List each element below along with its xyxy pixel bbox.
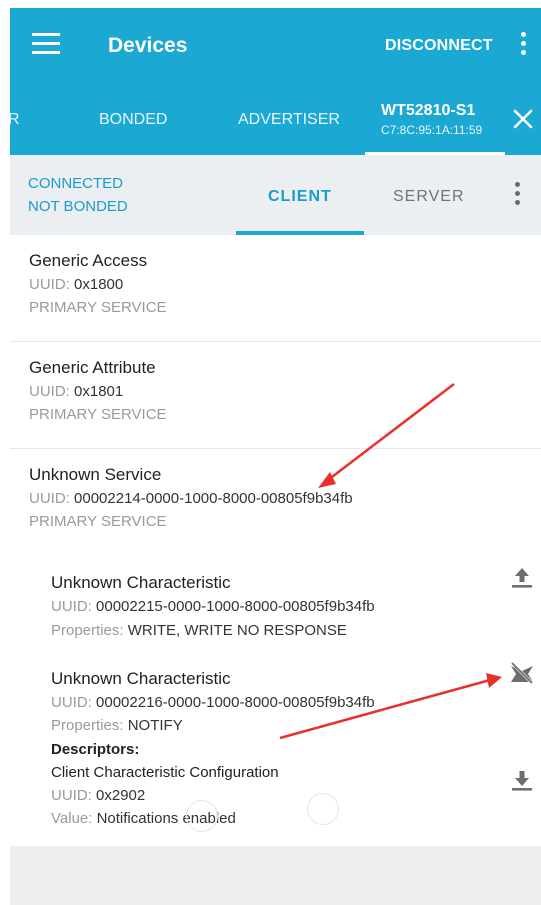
service-uuid: UUID: 0x1800: [29, 276, 124, 293]
descriptor-uuid: UUID: 0x2902: [51, 787, 146, 804]
tab-advertiser[interactable]: ADVERTISER: [238, 111, 340, 129]
tab-scanner-partial[interactable]: R: [10, 111, 20, 129]
divider: [10, 448, 541, 449]
tab-client[interactable]: CLIENT: [268, 188, 332, 206]
tab-server[interactable]: SERVER: [393, 188, 465, 206]
bottom-area: [10, 846, 541, 905]
bond-status: NOT BONDED: [28, 198, 128, 215]
touch-ripple: [307, 793, 339, 825]
characteristic-properties: Properties: NOTIFY: [51, 717, 183, 734]
disconnect-button[interactable]: DISCONNECT: [385, 37, 493, 55]
service-name: Generic Access: [29, 251, 148, 270]
service-name: Unknown Service: [29, 465, 162, 484]
app-screen: Devices DISCONNECT R BONDED ADVERTISER W…: [10, 8, 541, 905]
client-tab-indicator: [236, 231, 364, 235]
touch-ripple: [186, 800, 218, 832]
notifications-disable-icon[interactable]: [507, 658, 537, 688]
app-bar: Devices DISCONNECT: [10, 8, 541, 85]
characteristic-properties: Properties: WRITE, WRITE NO RESPONSE: [51, 622, 347, 639]
service-uuid: UUID: 0x1801: [29, 383, 124, 400]
close-icon[interactable]: [511, 107, 535, 131]
service-type: PRIMARY SERVICE: [29, 406, 167, 423]
active-device-mac: C7:8C:95:1A:11:59: [381, 123, 483, 137]
tab-bonded[interactable]: BONDED: [99, 111, 167, 129]
service-uuid: UUID: 00002214-0000-1000-8000-00805f9b34…: [29, 490, 353, 507]
upload-icon[interactable]: [507, 562, 537, 592]
service-type: PRIMARY SERVICE: [29, 513, 167, 530]
menu-icon[interactable]: [32, 33, 60, 55]
app-bar-title: Devices: [108, 34, 188, 57]
divider: [10, 341, 541, 342]
descriptor-name: Client Characteristic Configuration: [51, 764, 279, 781]
service-name: Generic Attribute: [29, 358, 156, 377]
download-icon[interactable]: [507, 765, 537, 795]
characteristic-name: Unknown Characteristic: [51, 669, 231, 688]
overflow-menu-icon[interactable]: [518, 32, 528, 58]
characteristic-uuid: UUID: 00002215-0000-1000-8000-00805f9b34…: [51, 598, 375, 615]
service-type: PRIMARY SERVICE: [29, 299, 167, 316]
active-device-name: WT52810-S1: [381, 102, 476, 119]
characteristic-name: Unknown Characteristic: [51, 573, 231, 592]
descriptors-heading: Descriptors:: [51, 741, 140, 758]
characteristic-uuid: UUID: 00002216-0000-1000-8000-00805f9b34…: [51, 694, 375, 711]
connection-status: CONNECTED: [28, 175, 124, 192]
connection-menu-icon[interactable]: [512, 182, 522, 208]
device-tab-bar: R BONDED ADVERTISER WT52810-S1 C7:8C:95:…: [10, 85, 541, 155]
